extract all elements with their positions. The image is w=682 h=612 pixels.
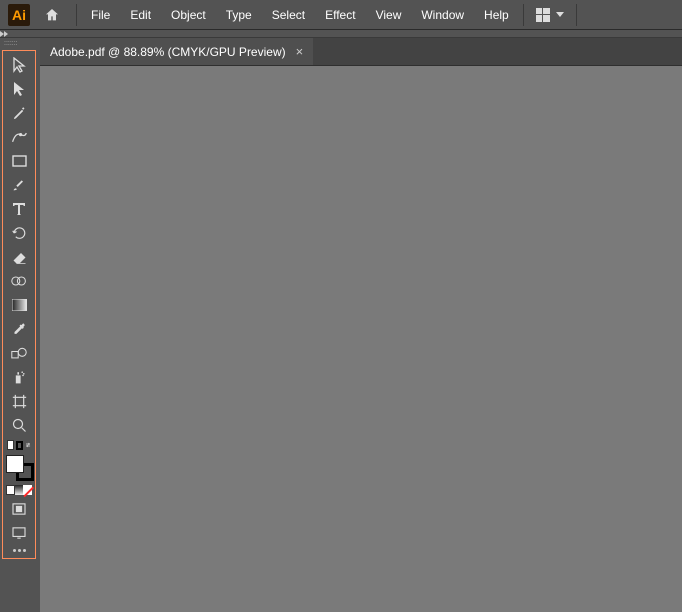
swap-icon bbox=[25, 440, 31, 450]
default-fill-icon bbox=[7, 440, 14, 450]
tools-column: ::::::: bbox=[0, 38, 40, 612]
curvature-tool[interactable] bbox=[3, 125, 35, 149]
dot-icon bbox=[18, 549, 21, 552]
shape-builder-icon bbox=[11, 274, 27, 288]
rotate-tool[interactable] bbox=[3, 221, 35, 245]
menu-help[interactable]: Help bbox=[474, 0, 519, 30]
separator bbox=[576, 4, 577, 26]
pen-icon bbox=[12, 106, 27, 121]
home-button[interactable] bbox=[40, 3, 64, 27]
spray-icon bbox=[11, 370, 27, 384]
curvature-icon bbox=[11, 130, 27, 144]
expand-icon bbox=[4, 31, 8, 37]
eraser-tool[interactable] bbox=[3, 245, 35, 269]
menu-effect[interactable]: Effect bbox=[315, 0, 365, 30]
screen-mode-button[interactable] bbox=[3, 521, 35, 545]
document-tab[interactable]: Adobe.pdf @ 88.89% (CMYK/GPU Preview) × bbox=[40, 38, 313, 65]
fill-swatch[interactable] bbox=[6, 455, 24, 473]
menu-type[interactable]: Type bbox=[216, 0, 262, 30]
gradient-icon bbox=[12, 299, 27, 311]
type-tool[interactable] bbox=[3, 197, 35, 221]
work-area: ::::::: bbox=[0, 38, 682, 612]
fill-stroke-swap[interactable] bbox=[3, 437, 35, 453]
document-tab-bar: Adobe.pdf @ 88.89% (CMYK/GPU Preview) × bbox=[40, 38, 682, 66]
draw-normal-button[interactable] bbox=[3, 497, 35, 521]
artboard-icon bbox=[12, 394, 27, 409]
panel-expand-strip[interactable] bbox=[0, 30, 682, 38]
eyedropper-icon bbox=[12, 322, 27, 337]
color-mode-button[interactable] bbox=[6, 485, 15, 495]
menu-file[interactable]: File bbox=[81, 0, 120, 30]
rotate-icon bbox=[12, 226, 27, 240]
rectangle-icon bbox=[12, 155, 27, 167]
eraser-icon bbox=[12, 251, 27, 264]
type-icon bbox=[12, 202, 26, 216]
symbol-sprayer-tool[interactable] bbox=[3, 365, 35, 389]
menu-select[interactable]: Select bbox=[262, 0, 315, 30]
rectangle-tool[interactable] bbox=[3, 149, 35, 173]
separator bbox=[523, 4, 524, 26]
main-area: Adobe.pdf @ 88.89% (CMYK/GPU Preview) × bbox=[40, 38, 682, 612]
tools-panel bbox=[2, 50, 36, 559]
selection-tool[interactable] bbox=[3, 53, 35, 77]
menu-bar: Ai File Edit Object Type Select Effect V… bbox=[0, 0, 682, 30]
home-icon bbox=[44, 7, 60, 23]
document-tab-title: Adobe.pdf @ 88.89% (CMYK/GPU Preview) bbox=[50, 45, 286, 59]
menu-window[interactable]: Window bbox=[411, 0, 474, 30]
direct-selection-tool[interactable] bbox=[3, 77, 35, 101]
separator bbox=[76, 4, 77, 26]
fill-stroke-control[interactable] bbox=[4, 455, 34, 481]
chevron-down-icon bbox=[556, 12, 564, 17]
dot-icon bbox=[13, 549, 16, 552]
cursor-solid-icon bbox=[12, 81, 26, 97]
zoom-icon bbox=[12, 418, 27, 433]
artboard-tool[interactable] bbox=[3, 389, 35, 413]
draw-normal-icon bbox=[12, 503, 26, 515]
brush-icon bbox=[11, 177, 27, 193]
color-mode-row bbox=[3, 483, 35, 497]
gradient-tool[interactable] bbox=[3, 293, 35, 317]
zoom-tool[interactable] bbox=[3, 413, 35, 437]
cursor-icon bbox=[12, 57, 26, 73]
menu-view[interactable]: View bbox=[366, 0, 412, 30]
menu-object[interactable]: Object bbox=[161, 0, 216, 30]
screen-mode-icon bbox=[12, 527, 26, 539]
edit-toolbar-button[interactable] bbox=[3, 545, 35, 556]
workspace-switcher[interactable] bbox=[528, 8, 572, 22]
paintbrush-tool[interactable] bbox=[3, 173, 35, 197]
eyedropper-tool[interactable] bbox=[3, 317, 35, 341]
shape-builder-tool[interactable] bbox=[3, 269, 35, 293]
workspace-icon bbox=[536, 8, 550, 22]
default-stroke-icon bbox=[16, 441, 23, 450]
canvas-area[interactable] bbox=[40, 66, 682, 612]
app-logo: Ai bbox=[8, 4, 30, 26]
tools-grip[interactable]: ::::::: bbox=[0, 38, 40, 49]
blend-tool[interactable] bbox=[3, 341, 35, 365]
gradient-mode-button[interactable] bbox=[15, 485, 24, 495]
blend-icon bbox=[11, 347, 27, 360]
none-mode-button[interactable] bbox=[23, 485, 32, 495]
close-tab-button[interactable]: × bbox=[296, 44, 304, 59]
menu-edit[interactable]: Edit bbox=[120, 0, 161, 30]
pen-tool[interactable] bbox=[3, 101, 35, 125]
dot-icon bbox=[23, 549, 26, 552]
